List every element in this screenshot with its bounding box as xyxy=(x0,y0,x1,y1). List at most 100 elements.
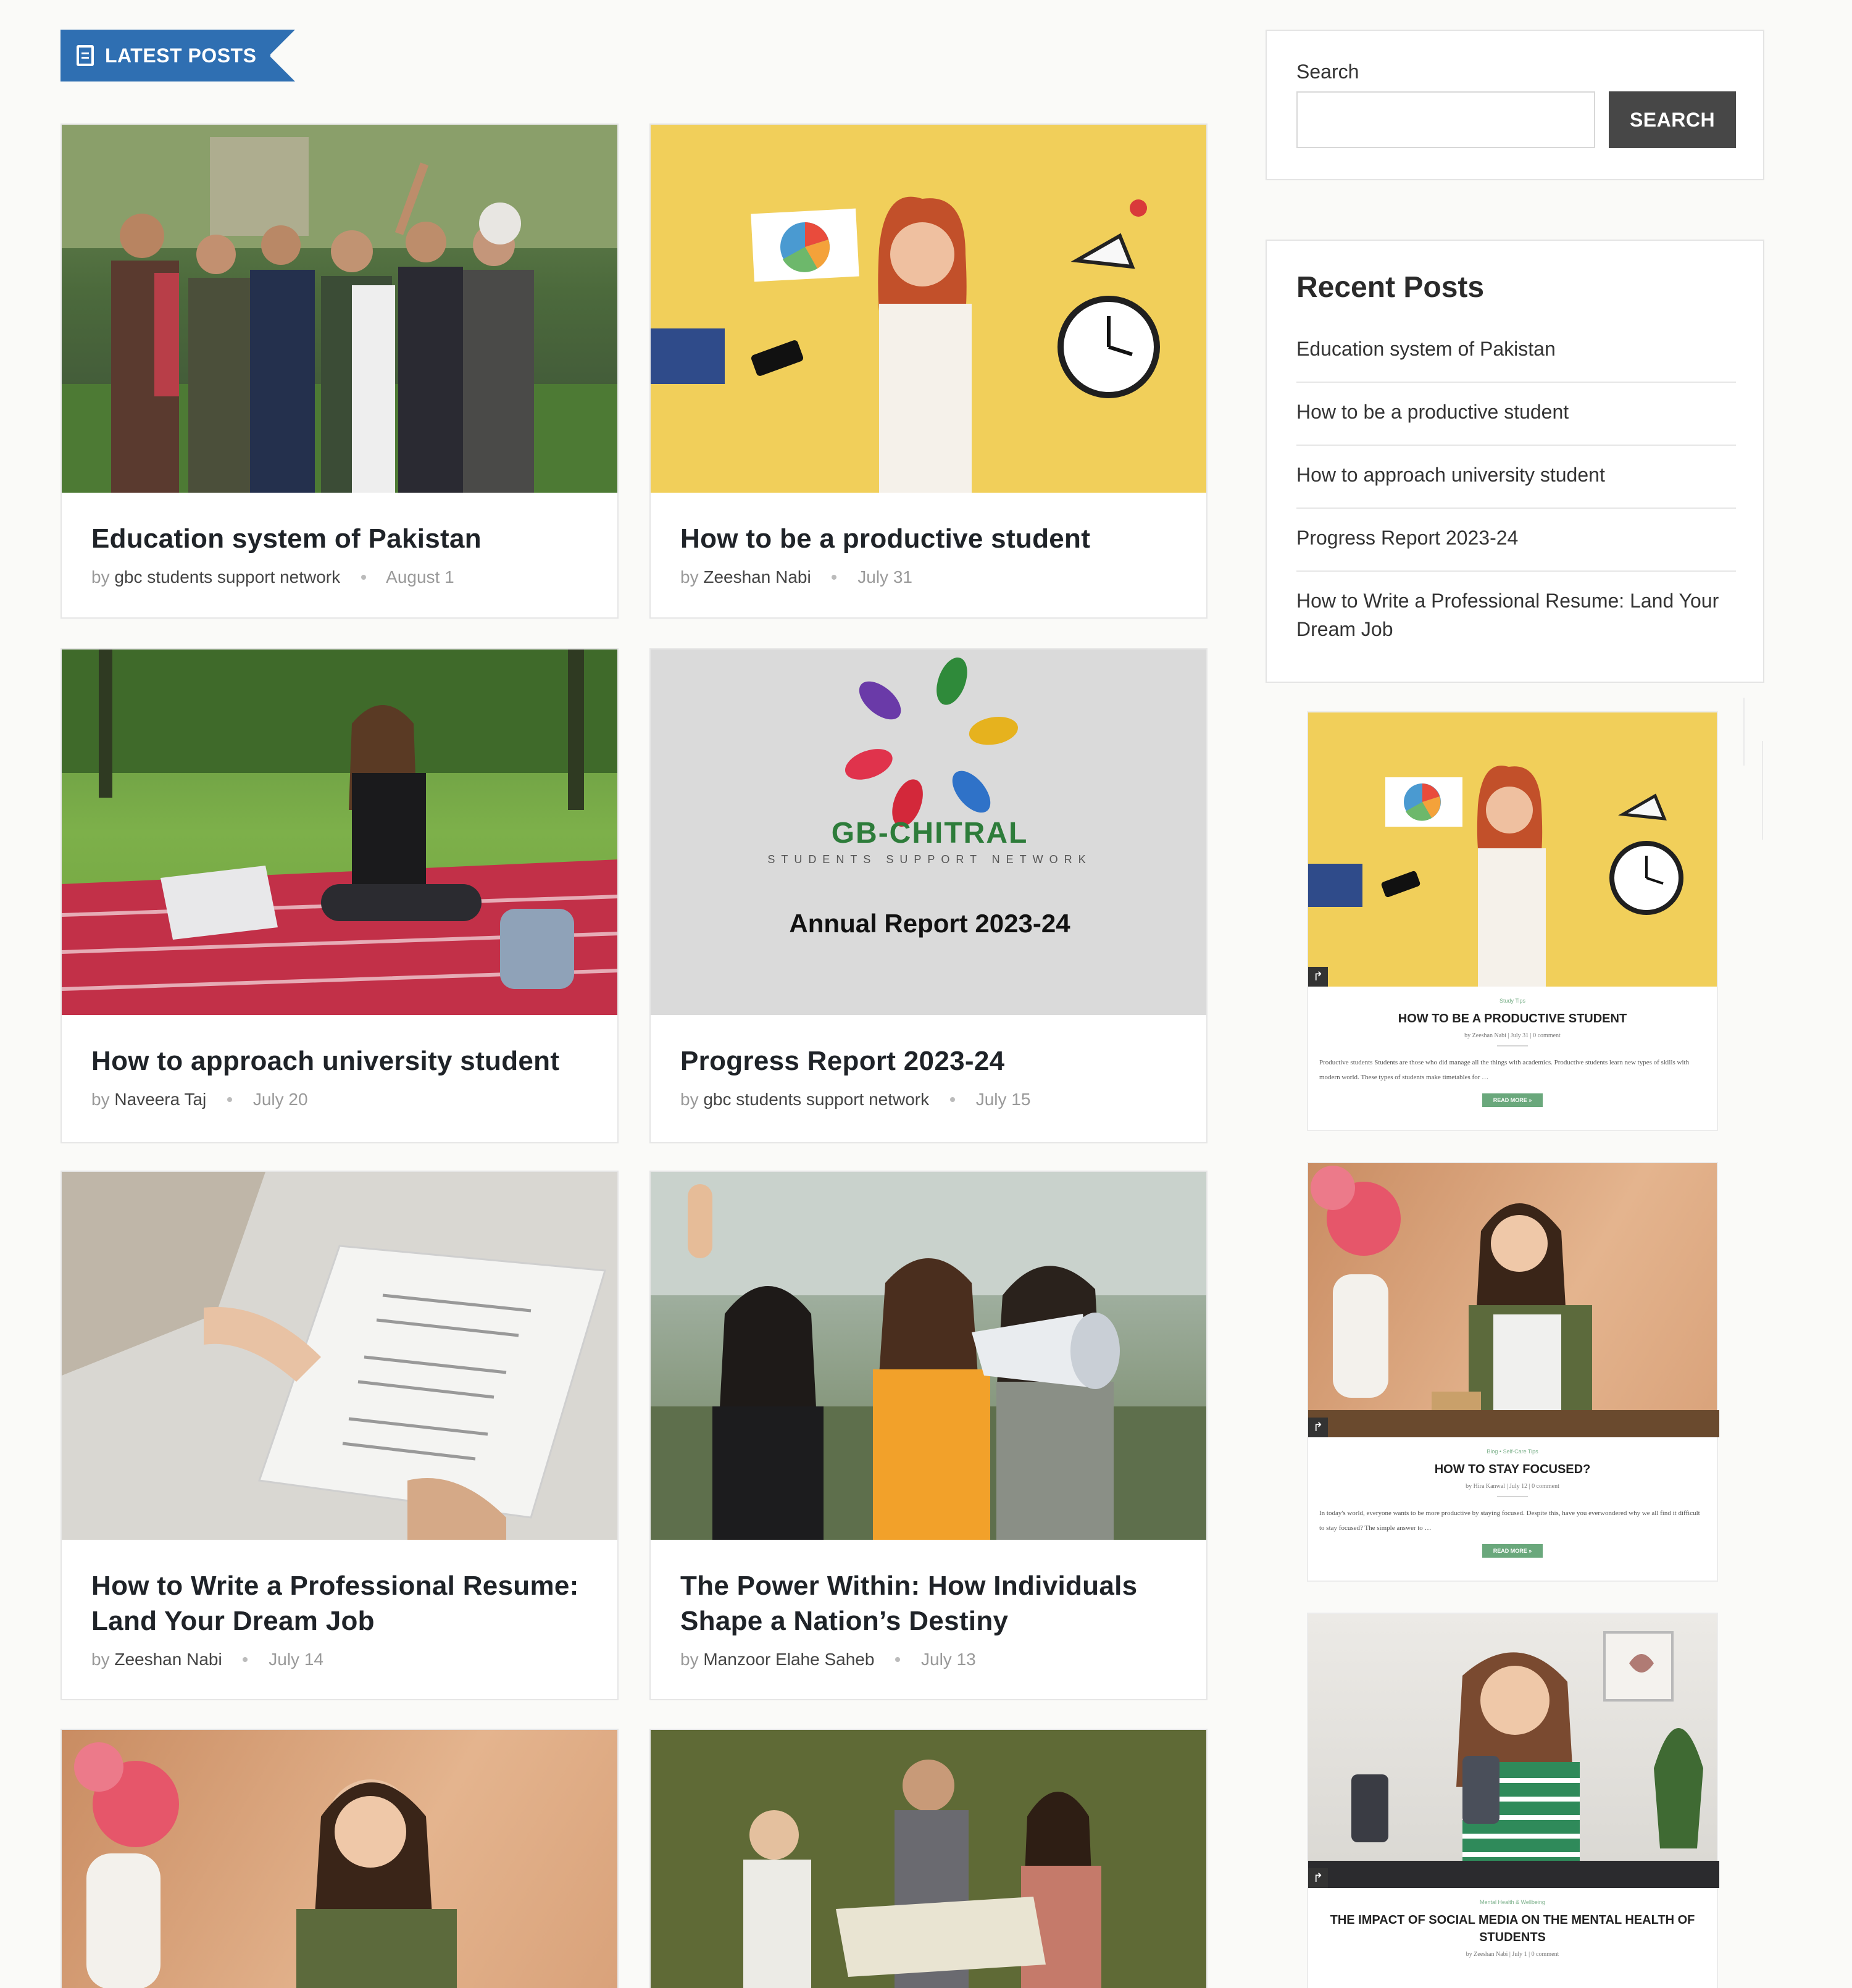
meta-separator xyxy=(361,575,366,580)
post-thumbnail[interactable] xyxy=(62,649,617,1015)
post-date[interactable]: July 13 xyxy=(921,1650,976,1669)
post-title[interactable]: How to Write a Professional Resume: Land… xyxy=(91,1568,588,1639)
post-by: by xyxy=(91,1090,110,1109)
meta-separator xyxy=(895,1657,901,1662)
post-author[interactable]: gbc students support network xyxy=(114,567,340,587)
post-card[interactable]: How to approach university student by Na… xyxy=(60,648,619,1143)
meta-separator xyxy=(243,1657,248,1662)
latest-posts-badge-body: LATEST POSTS xyxy=(60,30,270,81)
divider-line xyxy=(1743,698,1745,766)
recent-post-link[interactable]: Education system of Pakistan xyxy=(1296,326,1736,383)
post-title[interactable]: How to be a productive student xyxy=(680,521,1177,556)
search-button[interactable]: SEARCH xyxy=(1609,91,1736,148)
sidebar-post-title[interactable]: HOW TO STAY FOCUSED? xyxy=(1308,1461,1717,1478)
recent-post-link[interactable]: How to be a productive student xyxy=(1296,383,1736,446)
student-on-picnic-blanket-illustration xyxy=(62,649,617,1015)
sidebar-post-title[interactable]: HOW TO BE A PRODUCTIVE STUDENT xyxy=(1308,1010,1717,1027)
share-icon[interactable]: ↱ xyxy=(1308,1868,1328,1888)
document-icon xyxy=(77,45,94,66)
post-date[interactable]: August 1 xyxy=(386,567,454,587)
post-by: by xyxy=(91,567,110,587)
post-card[interactable] xyxy=(649,1729,1208,1988)
post-by: by xyxy=(680,1090,699,1109)
sidebar-post-thumbnail[interactable]: ↱ xyxy=(1308,1614,1719,1888)
protest-megaphone-illustration xyxy=(651,1172,1206,1540)
badge-ribbon-tail xyxy=(269,30,295,81)
post-author[interactable]: Zeeshan Nabi xyxy=(703,567,811,587)
post-meta: by Manzoor Elahe Saheb July 13 xyxy=(680,1650,1177,1669)
sidebar-post-thumbnail[interactable]: ↱ xyxy=(1308,712,1717,987)
post-thumbnail[interactable] xyxy=(651,1172,1206,1540)
post-title[interactable]: Education system of Pakistan xyxy=(91,521,588,556)
sidebar-post-category[interactable]: Blog • Self-Care Tips xyxy=(1308,1448,1717,1455)
read-more-button[interactable]: READ MORE » xyxy=(1482,1544,1543,1558)
sidebar-post-card[interactable]: ↱ Blog • Self-Care Tips HOW TO STAY FOCU… xyxy=(1307,1162,1719,1582)
sidebar-post-excerpt: In today's world, everyone wants to be m… xyxy=(1319,1510,1700,1532)
sidebar-post-category[interactable]: Study Tips xyxy=(1308,998,1717,1004)
post-card[interactable]: How to be a productive student by Zeesha… xyxy=(649,123,1208,619)
post-by: by xyxy=(91,1650,110,1669)
hikers-map-illustration xyxy=(651,1730,1206,1988)
sidebar-post-excerpt: Productive students Students are those w… xyxy=(1319,1059,1690,1081)
latest-posts-badge: LATEST POSTS xyxy=(60,30,296,81)
meta-separator xyxy=(227,1097,233,1102)
post-card[interactable]: The Power Within: How Individuals Shape … xyxy=(649,1171,1208,1700)
meta-separator xyxy=(949,1097,955,1102)
resume-document-illustration xyxy=(62,1172,617,1540)
search-widget: Search SEARCH xyxy=(1266,30,1764,180)
sidebar-post-thumbnail[interactable]: ↱ xyxy=(1308,1163,1719,1437)
sidebar-post-meta: by Zeeshan Nabi | July 1 | 0 comment xyxy=(1466,1951,1559,1958)
focused-student-illustration xyxy=(1308,1166,1719,1437)
post-thumbnail[interactable] xyxy=(62,125,617,493)
recent-posts-list: Education system of Pakistan How to be a… xyxy=(1296,326,1736,662)
post-card[interactable] xyxy=(60,1729,619,1988)
post-author[interactable]: Naveera Taj xyxy=(114,1090,206,1109)
post-meta: by Zeeshan Nabi July 14 xyxy=(91,1650,588,1669)
post-date[interactable]: July 14 xyxy=(269,1650,323,1669)
recent-posts-title: Recent Posts xyxy=(1296,271,1485,304)
post-thumbnail[interactable] xyxy=(62,1730,617,1988)
post-date[interactable]: July 15 xyxy=(976,1090,1031,1109)
report-tagline: STUDENTS SUPPORT NETWORK xyxy=(767,853,1092,866)
recent-posts-widget: Recent Posts Education system of Pakista… xyxy=(1266,240,1764,683)
post-thumbnail[interactable] xyxy=(651,1730,1206,1988)
post-by: by xyxy=(680,567,699,587)
post-card[interactable]: How to Write a Professional Resume: Land… xyxy=(60,1171,619,1700)
search-label: Search xyxy=(1296,61,1359,83)
post-thumbnail[interactable] xyxy=(62,1172,617,1540)
share-icon[interactable]: ↱ xyxy=(1308,967,1328,987)
post-title[interactable]: The Power Within: How Individuals Shape … xyxy=(680,1568,1177,1639)
sidebar-post-card[interactable]: ↱ Mental Health & Wellbeing THE IMPACT O… xyxy=(1307,1613,1719,1988)
meta-separator xyxy=(832,575,837,580)
post-author[interactable]: Manzoor Elahe Saheb xyxy=(703,1650,874,1669)
sidebar-post-category[interactable]: Mental Health & Wellbeing xyxy=(1308,1899,1717,1905)
group-selfie-illustration xyxy=(62,125,617,493)
latest-posts-label: LATEST POSTS xyxy=(105,44,257,67)
post-title[interactable]: How to approach university student xyxy=(91,1043,588,1079)
post-meta: by Zeeshan Nabi July 31 xyxy=(680,567,1177,587)
recent-post-link[interactable]: How to approach university student xyxy=(1296,446,1736,509)
sidebar-post-title[interactable]: THE IMPACT OF SOCIAL MEDIA ON THE MENTAL… xyxy=(1308,1911,1717,1946)
post-thumbnail[interactable] xyxy=(651,125,1206,493)
post-date[interactable]: July 31 xyxy=(857,567,912,587)
post-card[interactable]: GB-CHITRAL STUDENTS SUPPORT NETWORK Annu… xyxy=(649,648,1208,1143)
search-input[interactable] xyxy=(1296,91,1595,148)
post-author[interactable]: Zeeshan Nabi xyxy=(114,1650,222,1669)
focused-student-illustration xyxy=(74,1742,457,1988)
read-more-button[interactable]: READ MORE » xyxy=(1482,1093,1543,1107)
post-date[interactable]: July 20 xyxy=(253,1090,308,1109)
sidebar-post-card[interactable]: ↱ Study Tips HOW TO BE A PRODUCTIVE STUD… xyxy=(1307,711,1718,1131)
report-brand: GB-CHITRAL xyxy=(831,817,1028,850)
productive-student-illustration xyxy=(651,196,1160,493)
post-meta: by gbc students support network August 1 xyxy=(91,567,588,587)
sidebar-post-meta: by Hira Kanwal | July 12 | 0 comment xyxy=(1466,1483,1559,1490)
post-by: by xyxy=(680,1650,699,1669)
post-thumbnail[interactable]: GB-CHITRAL STUDENTS SUPPORT NETWORK Annu… xyxy=(651,649,1206,1015)
recent-post-link[interactable]: Progress Report 2023-24 xyxy=(1296,509,1736,572)
post-author[interactable]: gbc students support network xyxy=(703,1090,929,1109)
student-with-phone-illustration xyxy=(1308,1631,1719,1888)
post-title[interactable]: Progress Report 2023-24 xyxy=(680,1043,1177,1079)
post-card[interactable]: Education system of Pakistan by gbc stud… xyxy=(60,123,619,619)
recent-post-link[interactable]: How to Write a Professional Resume: Land… xyxy=(1296,572,1736,662)
share-icon[interactable]: ↱ xyxy=(1308,1418,1328,1437)
